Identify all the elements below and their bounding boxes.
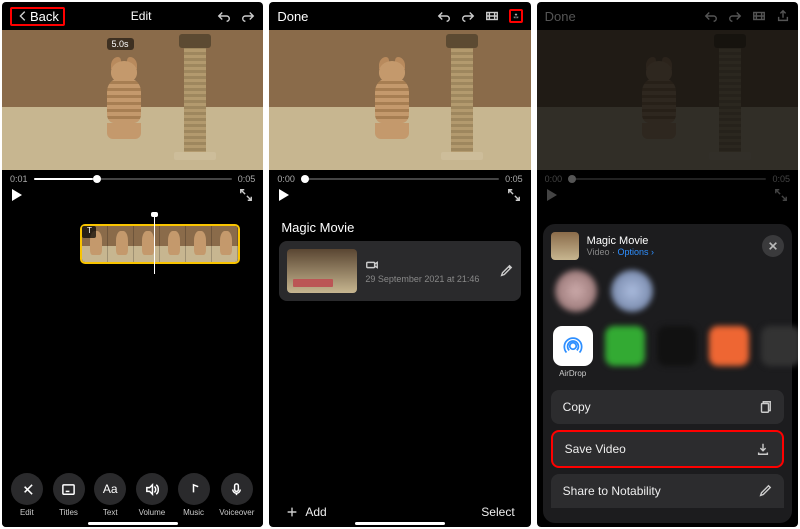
playback-controls — [537, 184, 798, 210]
expand-icon — [774, 188, 788, 202]
section-title: Magic Movie — [269, 210, 530, 241]
play-button — [547, 189, 557, 201]
share-icon — [776, 9, 790, 23]
video-preview[interactable] — [269, 30, 530, 170]
video-clip[interactable] — [80, 224, 240, 264]
scratch-post — [451, 44, 473, 154]
screen-share: Done 0:00 0:05 Magic Movie Video · Optio… — [537, 2, 798, 527]
contact-avatar[interactable] — [611, 270, 653, 312]
redo-icon[interactable] — [241, 9, 255, 23]
pencil-icon[interactable] — [499, 264, 513, 278]
playback-controls — [2, 184, 263, 210]
time-end: 0:05 — [505, 174, 523, 184]
back-button[interactable]: Back — [10, 7, 65, 26]
sheet-thumb — [551, 232, 579, 260]
topbar: Done — [537, 2, 798, 30]
storyboard-icon — [752, 9, 766, 23]
play-button[interactable] — [12, 189, 22, 201]
action-copy[interactable]: Copy — [551, 390, 784, 424]
download-icon — [756, 442, 770, 456]
tool-text[interactable]: AaText — [94, 473, 126, 517]
app-blurred[interactable] — [761, 326, 798, 366]
app-airdrop[interactable]: AirDrop — [553, 326, 593, 378]
sheet-type: Video — [587, 247, 610, 257]
page-title: Edit — [131, 9, 152, 23]
plus-icon — [285, 505, 299, 519]
topbar: Back Edit — [2, 2, 263, 30]
video-preview[interactable]: 5.0s — [2, 30, 263, 170]
tool-titles[interactable]: Titles — [53, 473, 85, 517]
undo-icon[interactable] — [437, 9, 451, 23]
contacts-row[interactable] — [551, 260, 784, 322]
playback-controls — [269, 184, 530, 210]
action-save-video[interactable]: Save Video — [551, 430, 784, 468]
airdrop-icon — [553, 326, 593, 366]
share-icon[interactable] — [509, 9, 523, 23]
play-button[interactable] — [279, 189, 289, 201]
undo-icon[interactable] — [217, 9, 231, 23]
tool-volume[interactable]: Volume — [136, 473, 168, 517]
app-blurred[interactable] — [605, 326, 645, 366]
topbar: Done — [269, 2, 530, 30]
select-button[interactable]: Select — [481, 505, 514, 519]
sheet-title: Magic Movie — [587, 235, 754, 247]
project-card[interactable]: 29 September 2021 at 21:46 — [279, 241, 520, 301]
time-end: 0:05 — [772, 174, 790, 184]
timeline[interactable]: T Edit Titles AaText Volume Music Voiceo… — [2, 210, 263, 527]
screen-edit: Back Edit 5.0s 0:01 0:05 T Edit — [2, 2, 263, 527]
camera-icon — [365, 258, 379, 272]
project-thumb — [287, 249, 357, 293]
cat-figure — [369, 61, 421, 139]
project-date: 29 September 2021 at 21:46 — [365, 274, 490, 284]
tool-edit[interactable]: Edit — [11, 473, 43, 517]
share-sheet: Magic Movie Video · Options › AirDrop — [543, 224, 792, 523]
apps-row: AirDrop — [551, 322, 784, 388]
title-marker[interactable]: T — [82, 226, 96, 238]
time-start: 0:00 — [277, 174, 295, 184]
home-indicator[interactable] — [88, 522, 178, 525]
app-blurred[interactable] — [657, 326, 697, 366]
pencil-icon — [758, 484, 772, 498]
contact-avatar[interactable] — [555, 270, 597, 312]
copy-icon — [758, 400, 772, 414]
home-indicator[interactable] — [355, 522, 445, 525]
add-button[interactable]: Add — [285, 505, 326, 519]
duration-badge: 5.0s — [107, 38, 134, 50]
redo-icon[interactable] — [461, 9, 475, 23]
screen-project: Done 0:00 0:05 Magic Movie 29 September … — [269, 2, 530, 527]
video-preview — [537, 30, 798, 170]
playhead[interactable] — [154, 214, 155, 274]
app-blurred[interactable] — [709, 326, 749, 366]
back-label: Back — [30, 9, 59, 24]
time-end: 0:05 — [238, 174, 256, 184]
redo-icon — [728, 9, 742, 23]
done-button[interactable]: Done — [277, 9, 308, 24]
scratch-post — [184, 44, 206, 154]
expand-icon[interactable] — [239, 188, 253, 202]
tool-music[interactable]: Music — [178, 473, 210, 517]
close-button[interactable] — [762, 235, 784, 257]
done-button: Done — [545, 9, 576, 24]
tool-voiceover[interactable]: Voiceover — [219, 473, 254, 517]
scrubber: 0:00 0:05 — [537, 170, 798, 184]
bottom-toolbar: Edit Titles AaText Volume Music Voiceove… — [2, 473, 263, 517]
action-share-notability[interactable]: Share to Notability — [551, 474, 784, 508]
time-start: 0:00 — [545, 174, 563, 184]
action-list: Copy Save Video Share to Notability — [551, 390, 784, 508]
cat-figure — [101, 61, 153, 139]
share-sheet-header: Magic Movie Video · Options › — [551, 232, 784, 260]
time-start: 0:01 — [10, 174, 28, 184]
chevron-left-icon — [16, 9, 30, 23]
undo-icon — [704, 9, 718, 23]
scrubber[interactable]: 0:01 0:05 — [2, 170, 263, 184]
bottom-bar: Add Select — [269, 505, 530, 519]
storyboard-icon[interactable] — [485, 9, 499, 23]
scrubber[interactable]: 0:00 0:05 — [269, 170, 530, 184]
sheet-options-link[interactable]: Options › — [618, 247, 655, 257]
expand-icon[interactable] — [507, 188, 521, 202]
